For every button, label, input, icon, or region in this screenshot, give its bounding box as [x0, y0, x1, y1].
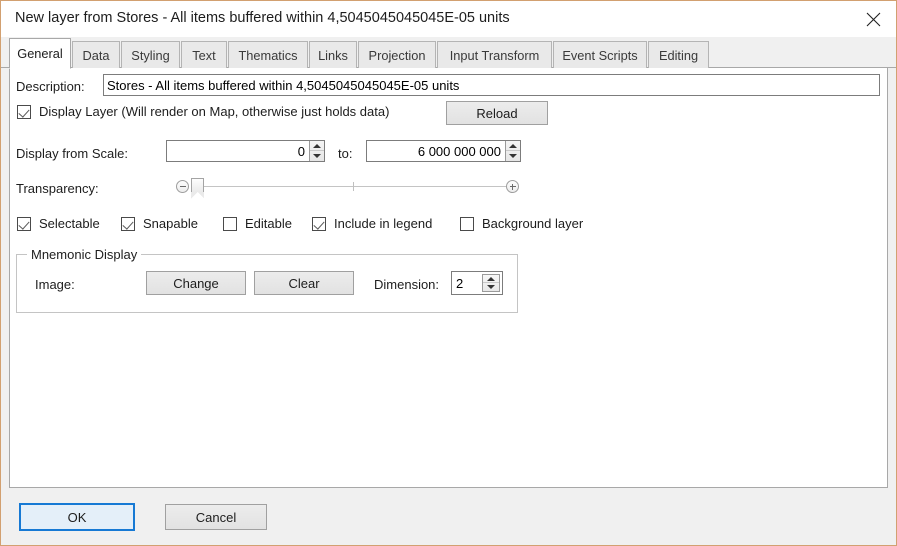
checkbox-box	[460, 216, 474, 231]
transparency-label: Transparency:	[16, 181, 99, 196]
tab-data[interactable]: Data	[72, 41, 120, 68]
display-layer-label: Display Layer (Will render on Map, other…	[39, 104, 390, 119]
slider-decrease-icon[interactable]	[176, 180, 189, 193]
triangle-up-icon	[509, 143, 517, 148]
checkbox-box	[223, 216, 237, 231]
mnemonic-display-group: Mnemonic Display Image: Change Clear Dim…	[16, 247, 518, 313]
checkbox-box	[17, 104, 31, 119]
scale-to-value[interactable]: 6 000 000 000	[367, 141, 505, 161]
description-label: Description:	[16, 79, 85, 94]
spinner-down-button[interactable]	[506, 151, 520, 161]
close-button[interactable]	[850, 1, 896, 37]
scale-to-spinner[interactable]: 6 000 000 000	[366, 140, 521, 162]
slider-increase-icon[interactable]	[506, 180, 519, 193]
tab-label: Thematics	[238, 47, 298, 63]
selectable-label: Selectable	[39, 216, 100, 231]
dimension-label: Dimension:	[374, 277, 440, 292]
slider-thumb[interactable]	[191, 178, 204, 199]
tab-label: General	[17, 46, 63, 61]
background-layer-label: Background layer	[482, 216, 584, 231]
spinner-up-button[interactable]	[483, 275, 499, 283]
triangle-up-icon	[313, 143, 321, 148]
tab-label: Event Scripts	[562, 47, 638, 63]
dimension-value[interactable]: 2	[452, 272, 482, 294]
dimension-spinner[interactable]: 2	[451, 271, 503, 295]
slider-center-tick	[353, 182, 354, 191]
background-layer-checkbox[interactable]: Background layer	[460, 216, 583, 231]
tab-label: Editing	[658, 47, 699, 63]
clear-image-button[interactable]: Clear	[254, 271, 354, 295]
checkbox-box	[121, 216, 135, 231]
tab-event-scripts[interactable]: Event Scripts	[553, 41, 647, 68]
tab-text[interactable]: Text	[181, 41, 227, 68]
tab-input-transform[interactable]: Input Transform	[437, 41, 552, 68]
change-image-button[interactable]: Change	[146, 271, 246, 295]
snapable-checkbox[interactable]: Snapable	[121, 216, 198, 231]
spinner-arrows[interactable]	[482, 274, 500, 292]
tab-editing[interactable]: Editing	[648, 41, 709, 68]
dialog-window: New layer from Stores - All items buffer…	[0, 0, 897, 546]
tab-general[interactable]: General	[9, 38, 71, 69]
tab-links[interactable]: Links	[309, 41, 357, 68]
spinner-down-button[interactable]	[310, 151, 324, 161]
tab-thematics[interactable]: Thematics	[228, 41, 308, 68]
tab-styling[interactable]: Styling	[121, 41, 180, 68]
snapable-label: Snapable	[143, 216, 198, 231]
display-layer-checkbox[interactable]: Display Layer (Will render on Map, other…	[17, 104, 389, 119]
checkbox-box	[312, 216, 326, 231]
reload-button[interactable]: Reload	[446, 101, 548, 125]
close-icon	[866, 12, 881, 27]
triangle-down-icon	[313, 154, 321, 158]
dialog-footer: OK Cancel	[1, 489, 896, 545]
include-in-legend-label: Include in legend	[334, 216, 433, 231]
window-title: New layer from Stores - All items buffer…	[15, 10, 510, 26]
tab-label: Data	[82, 47, 110, 63]
selectable-checkbox[interactable]: Selectable	[17, 216, 100, 231]
cancel-button[interactable]: Cancel	[165, 504, 267, 530]
display-from-scale-label: Display from Scale:	[16, 146, 128, 161]
spinner-arrows[interactable]	[505, 141, 520, 161]
editable-checkbox[interactable]: Editable	[223, 216, 292, 231]
tab-label: Links	[318, 47, 348, 63]
editable-label: Editable	[245, 216, 292, 231]
tab-label: Styling	[131, 47, 170, 63]
mnemonic-display-title: Mnemonic Display	[27, 247, 142, 262]
triangle-down-icon	[509, 154, 517, 158]
tab-label: Text	[192, 47, 216, 63]
spinner-arrows[interactable]	[309, 141, 324, 161]
triangle-down-icon	[487, 285, 495, 289]
ok-button[interactable]: OK	[19, 503, 135, 531]
spinner-up-button[interactable]	[310, 141, 324, 151]
image-label: Image:	[35, 277, 75, 292]
transparency-slider[interactable]	[170, 174, 522, 200]
include-in-legend-checkbox[interactable]: Include in legend	[312, 216, 432, 231]
scale-to-label: to:	[338, 146, 353, 161]
tab-label: Projection	[368, 47, 426, 63]
description-input[interactable]: Stores - All items buffered within 4,504…	[103, 74, 880, 96]
scale-from-spinner[interactable]: 0	[166, 140, 325, 162]
tab-label: Input Transform	[449, 47, 540, 63]
tab-projection[interactable]: Projection	[358, 41, 436, 68]
triangle-up-icon	[487, 276, 495, 281]
spinner-down-button[interactable]	[483, 283, 499, 291]
spinner-up-button[interactable]	[506, 141, 520, 151]
general-tab-panel: Description: Stores - All items buffered…	[9, 68, 888, 488]
title-bar: New layer from Stores - All items buffer…	[1, 1, 896, 37]
checkbox-box	[17, 216, 31, 231]
tab-strip: General Data Styling Text Thematics Link…	[1, 37, 896, 69]
scale-from-value[interactable]: 0	[167, 141, 309, 161]
